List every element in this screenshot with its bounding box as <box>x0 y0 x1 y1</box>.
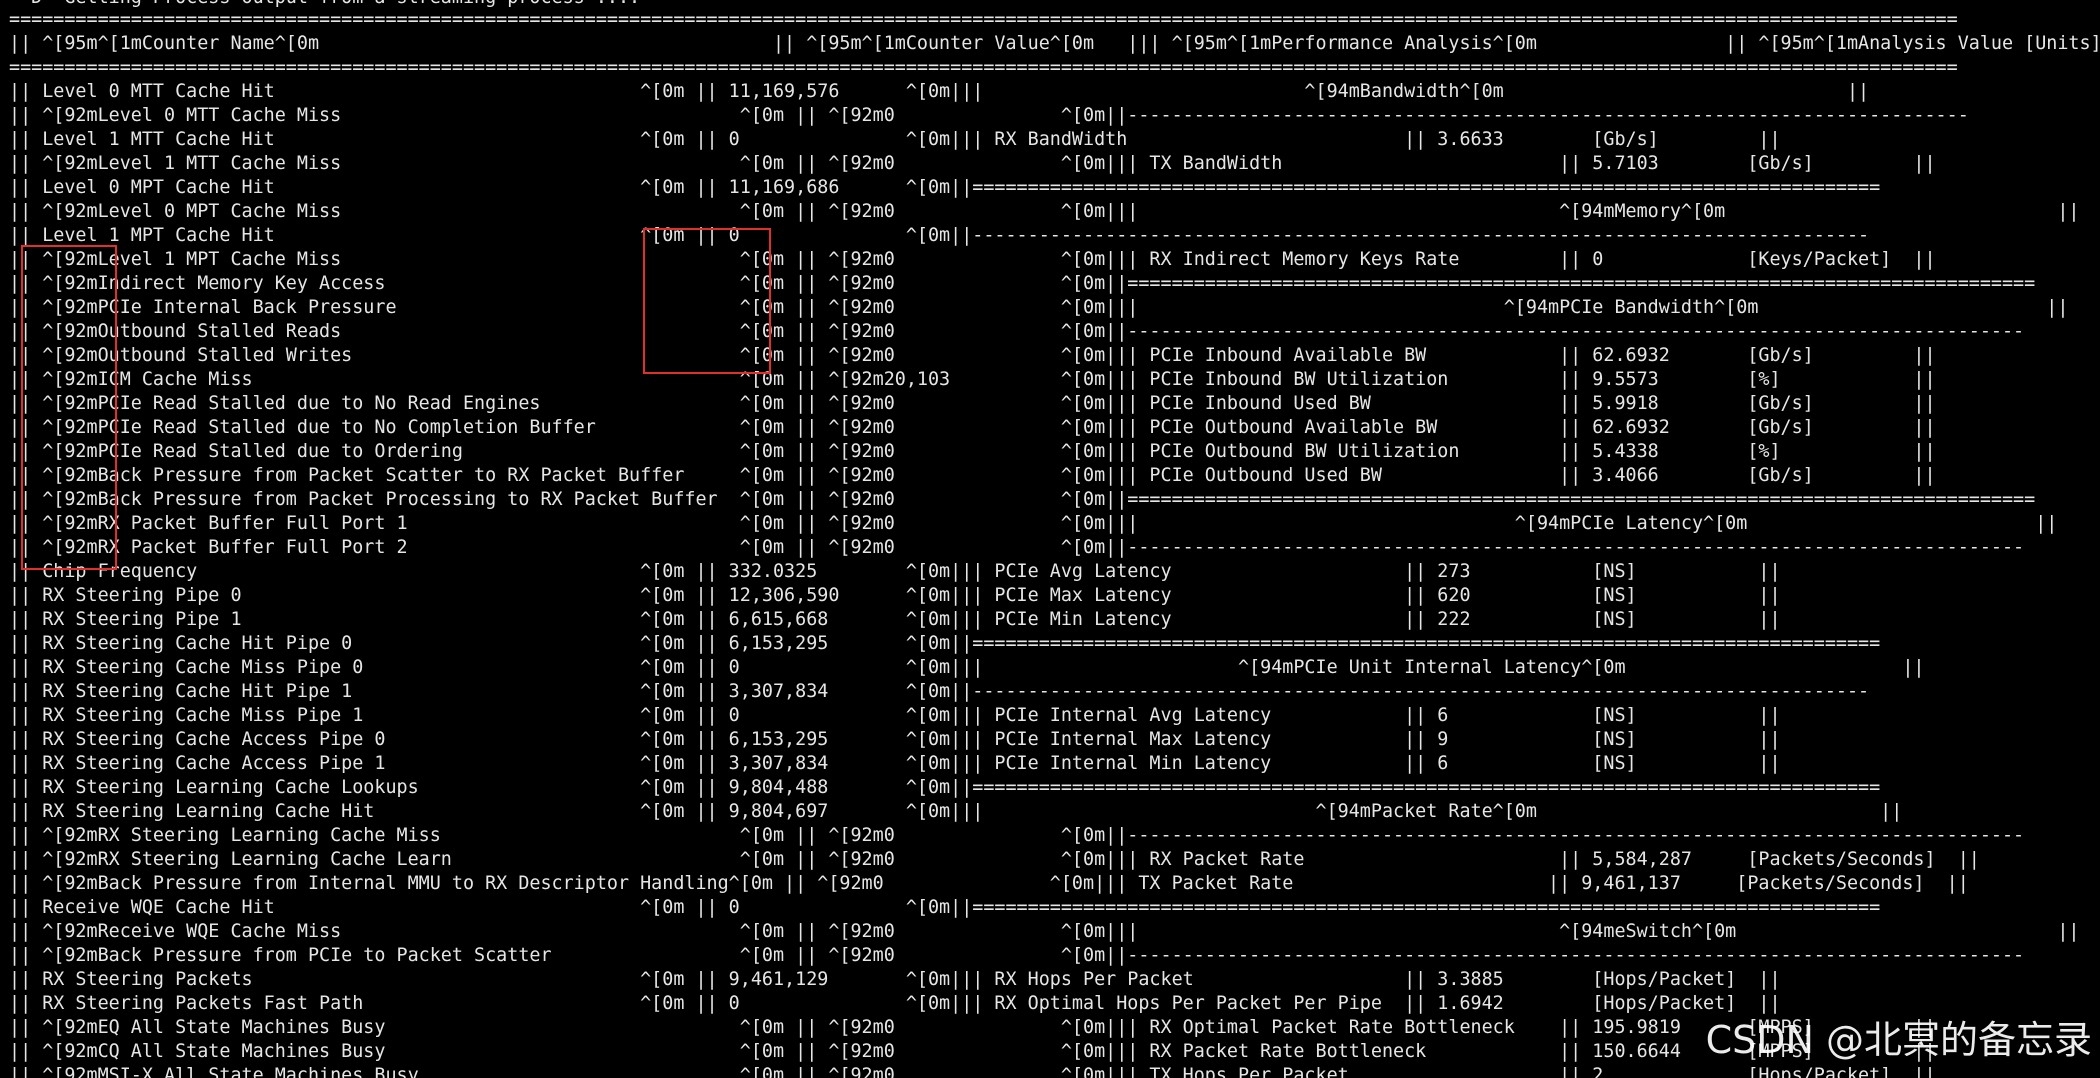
terminal-line: || RX Steering Pipe 1 ^[0m || 6,615,668 … <box>9 609 1781 630</box>
terminal-line: || ^[92mPCIe Internal Back Pressure ^[0m… <box>9 297 2069 318</box>
terminal-line: || ^[92mPCIe Read Stalled due to No Read… <box>9 393 1936 414</box>
terminal-line: || ^[92mLevel 0 MPT Cache Miss ^[0m || ^… <box>9 201 2080 222</box>
terminal-line: || Receive WQE Cache Hit ^[0m || 0 ^[0m|… <box>9 897 1881 918</box>
terminal-line: || RX Steering Cache Access Pipe 1 ^[0m … <box>9 753 1781 774</box>
terminal-line: || RX Steering Cache Miss Pipe 1 ^[0m ||… <box>9 705 1781 726</box>
terminal-line: || ^[92mPCIe Read Stalled due to Orderin… <box>9 441 1936 462</box>
terminal-line: || ^[92mReceive WQE Cache Miss ^[0m || ^… <box>9 921 2080 942</box>
terminal-line: ========================================… <box>9 57 1958 78</box>
terminal-line: || ^[92mBack Pressure from Internal MMU … <box>9 873 1969 894</box>
terminal-line: || ^[92mRX Packet Buffer Full Port 2 ^[0… <box>9 537 2025 558</box>
terminal-line: || ^[92mBack Pressure from Packet Scatte… <box>9 465 1936 486</box>
terminal-line: || ^[92mRX Steering Learning Cache Learn… <box>9 849 1980 870</box>
watermark: CSDN @北冥的备忘录 <box>1705 1018 2092 1062</box>
terminal-line: || ^[92mMSI-X All State Machines Busy ^[… <box>9 1065 1936 1078</box>
terminal-line: || ^[92mLevel 1 MTT Cache Miss ^[0m || ^… <box>9 153 1936 174</box>
terminal-line: || Level 0 MTT Cache Hit ^[0m || 11,169,… <box>9 81 1870 102</box>
terminal-line: || RX Steering Cache Hit Pipe 1 ^[0m || … <box>9 681 1870 702</box>
terminal-line: || ^[92mOutbound Stalled Writes ^[0m || … <box>9 345 1936 366</box>
terminal-line: || Level 1 MPT Cache Hit ^[0m || 0 ^[0m|… <box>9 225 1870 246</box>
terminal-line: ========================================… <box>9 9 1958 30</box>
terminal-line: || Level 0 MPT Cache Hit ^[0m || 11,169,… <box>9 177 1881 198</box>
terminal-line: || ^[92mLevel 1 MPT Cache Miss ^[0m || ^… <box>9 249 1936 270</box>
terminal-output: ========================================… <box>9 8 2100 1078</box>
terminal-line: || ^[92mPCIe Read Stalled due to No Comp… <box>9 417 1936 438</box>
terminal-line: || Chip Frequency ^[0m || 332.0325 ^[0m|… <box>9 561 1781 582</box>
terminal-line: || ^[92mLevel 0 MTT Cache Miss ^[0m || ^… <box>9 105 1969 126</box>
terminal-line: || RX Steering Cache Hit Pipe 0 ^[0m || … <box>9 633 1881 654</box>
terminal-line: || ^[92mRX Steering Learning Cache Miss … <box>9 825 2025 846</box>
terminal-line: || RX Steering Cache Access Pipe 0 ^[0m … <box>9 729 1781 750</box>
terminal-line: || RX Steering Learning Cache Hit ^[0m |… <box>9 801 1903 822</box>
terminal-line: || ^[92mICM Cache Miss ^[0m || ^[92m20,1… <box>9 369 1936 390</box>
terminal-line: || RX Steering Pipe 0 ^[0m || 12,306,590… <box>9 585 1781 606</box>
terminal-line: || ^[92mRX Packet Buffer Full Port 1 ^[0… <box>9 513 2058 534</box>
terminal-line: || ^[95m^[1mCounter Name^[0m || ^[95m^[1… <box>9 33 2100 54</box>
terminal-line: || ^[92mBack Pressure from Packet Proces… <box>9 489 2036 510</box>
terminal-line: || RX Steering Packets ^[0m || 9,461,129… <box>9 969 1781 990</box>
terminal-line: || RX Steering Cache Miss Pipe 0 ^[0m ||… <box>9 657 1925 678</box>
terminal-line: || Level 1 MTT Cache Hit ^[0m || 0 ^[0m|… <box>9 129 1781 150</box>
terminal-line: || ^[92mBack Pressure from PCIe to Packe… <box>9 945 2025 966</box>
terminal-line: || ^[92mOutbound Stalled Reads ^[0m || ^… <box>9 321 2025 342</box>
terminal-line: || RX Steering Learning Cache Lookups ^[… <box>9 777 1881 798</box>
terminal-window[interactable]: D Getting Process Output from a streamin… <box>0 0 2100 1078</box>
terminal-line: || ^[92mIndirect Memory Key Access ^[0m … <box>9 273 2036 294</box>
